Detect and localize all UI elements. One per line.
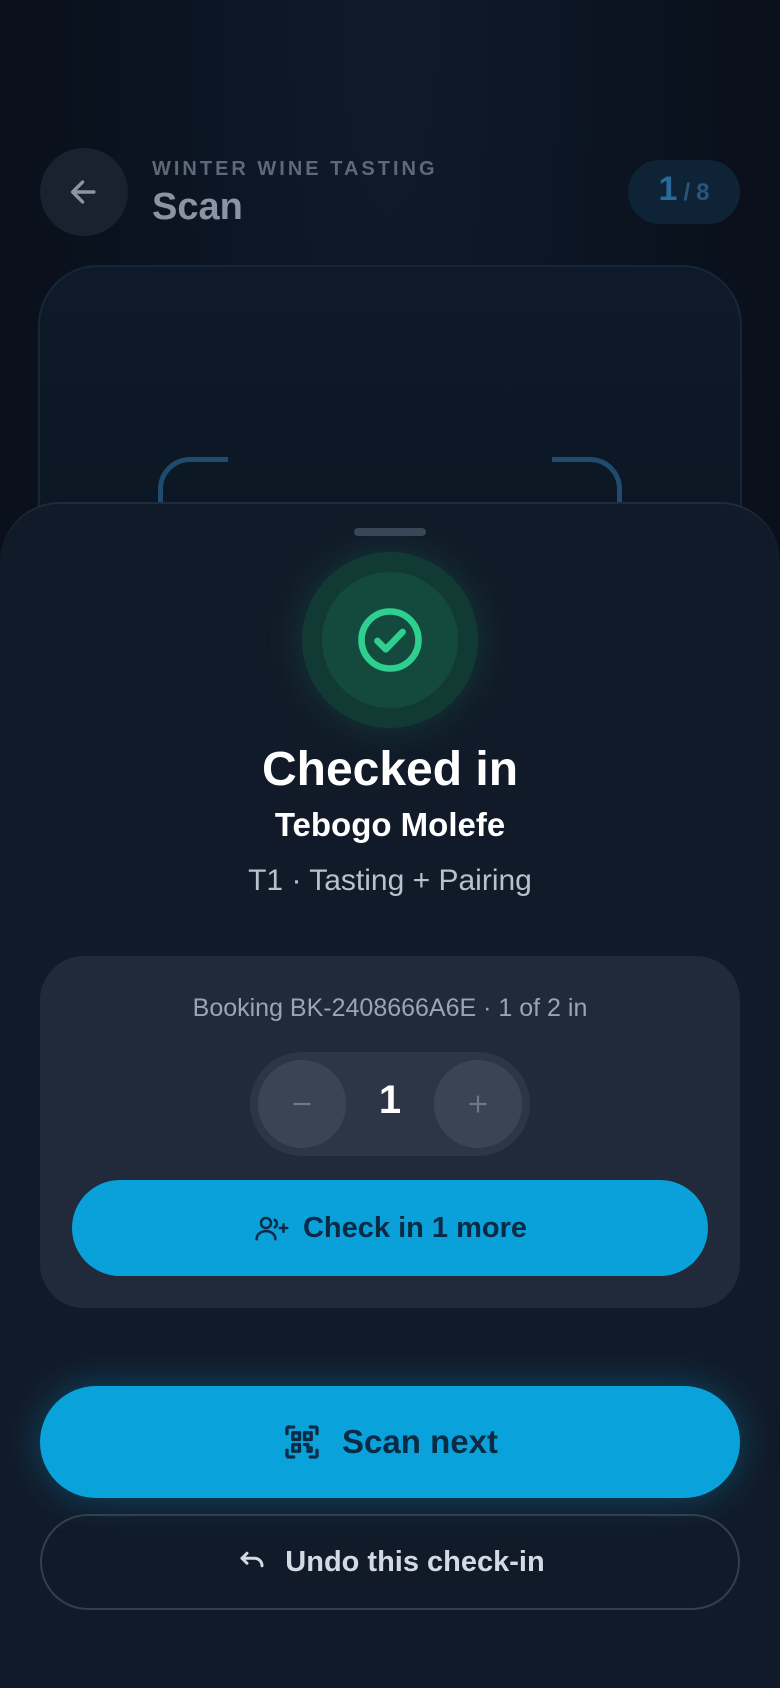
undo-checkin-button[interactable]: Undo this check-in [40, 1514, 740, 1610]
check-in-more-button[interactable]: Check in 1 more [72, 1180, 708, 1276]
user-plus-icon [253, 1213, 289, 1243]
undo-arrow-icon [235, 1547, 269, 1577]
quantity-value: 1 [378, 1078, 402, 1122]
guest-name: Tebogo Molefe [274, 806, 506, 843]
scan-next-label: Scan next [342, 1423, 498, 1460]
booking-card: Booking BK-2408666A6E · 1 of 2 in 1 Chec… [40, 956, 740, 1308]
sheet-drag-handle[interactable] [354, 528, 426, 536]
qr-code-icon [282, 1422, 322, 1462]
checkin-result-sheet: Checked in Tebogo Molefe T1 · Tasting + … [0, 502, 780, 1688]
back-button[interactable] [40, 148, 128, 236]
scan-next-button[interactable]: Scan next [40, 1386, 740, 1498]
page-title: Scan [152, 186, 243, 228]
counter-total: 8 [696, 179, 710, 206]
minus-icon [289, 1091, 315, 1117]
increment-button[interactable] [434, 1060, 522, 1148]
success-badge [302, 552, 478, 728]
arrow-left-icon [67, 175, 101, 209]
scan-counter: 1 / 8 [628, 160, 740, 224]
checkin-status-title: Checked in [261, 743, 519, 796]
counter-current: 1 [658, 170, 678, 208]
booking-summary: Booking BK-2408666A6E · 1 of 2 in [192, 994, 588, 1022]
ticket-type: T1 · Tasting + Pairing [248, 864, 532, 897]
undo-label: Undo this check-in [285, 1545, 545, 1578]
counter-separator: / [683, 179, 691, 206]
quantity-stepper: 1 [250, 1052, 530, 1156]
check-circle-icon [354, 604, 426, 676]
plus-icon [465, 1091, 491, 1117]
event-name: WINTER WINE TASTING [152, 158, 438, 180]
check-in-more-label: Check in 1 more [302, 1211, 528, 1244]
decrement-button[interactable] [258, 1060, 346, 1148]
